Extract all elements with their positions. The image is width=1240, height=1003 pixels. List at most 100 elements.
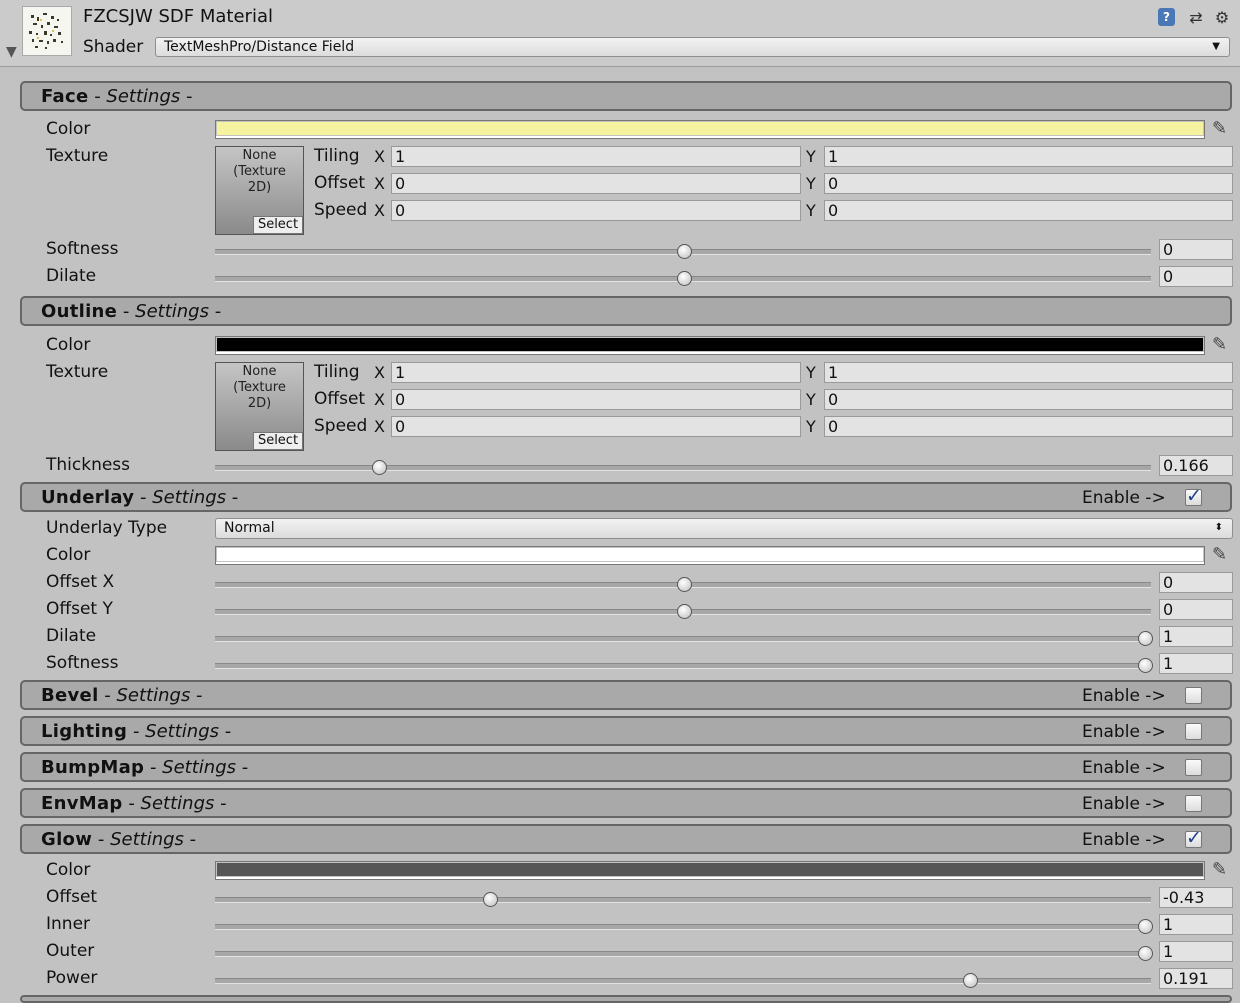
glow-color-field[interactable] [215,861,1205,880]
speed-label: Speed [314,416,368,436]
eyedropper-icon[interactable]: ✎ [1212,544,1227,565]
face-dilate-label: Dilate [46,266,97,286]
glow-offset-label: Offset [46,887,98,907]
face-color-label: Color [46,119,91,139]
gear-icon[interactable]: ⚙ [1212,8,1232,28]
glow-power-value[interactable]: 0.191 [1159,968,1233,989]
foldout-arrow-icon[interactable]: ▼ [6,44,17,60]
face-texture-slot[interactable]: None (Texture 2D) Select [215,146,304,235]
face-section-header[interactable]: Face - Settings - [20,81,1232,111]
speed-y-field[interactable]: 0 [824,200,1233,221]
tiling-x-field[interactable]: 1 [391,146,801,167]
next-section-header [20,995,1232,1003]
bevel-section-header[interactable]: Bevel - Settings - Enable -> ✓ [20,680,1232,710]
slider-thumb[interactable] [371,460,387,475]
glow-power-slider[interactable] [215,978,1151,984]
glow-inner-label: Inner [46,914,91,934]
lighting-enable-checkbox[interactable]: ✓ [1185,723,1202,740]
checkmark-icon: ✓ [1186,827,1202,849]
slider-thumb[interactable] [676,244,692,259]
slider-thumb[interactable] [1138,919,1153,934]
offset-x-field[interactable]: 0 [391,389,801,410]
slider-thumb[interactable] [1138,946,1153,961]
glow-enable-checkbox[interactable]: ✓ [1185,827,1202,849]
face-color-field[interactable] [215,120,1205,139]
speed-x-field[interactable]: 0 [391,200,801,221]
underlay-softness-slider[interactable] [215,663,1151,669]
slider-thumb[interactable] [676,577,692,592]
face-softness-label: Softness [46,239,119,259]
glow-offset-value[interactable]: -0.43 [1159,887,1233,908]
speed-y-field[interactable]: 0 [824,416,1233,437]
face-dilate-value[interactable]: 0 [1159,266,1233,287]
underlay-softness-label: Softness [46,653,119,673]
envmap-enable-checkbox[interactable]: ✓ [1185,795,1202,812]
glow-color-label: Color [46,860,91,880]
slider-thumb[interactable] [482,892,498,907]
glow-inner-value[interactable]: 1 [1159,914,1233,935]
shader-dropdown[interactable]: TextMeshPro/Distance Field ▼ [155,37,1230,57]
underlay-type-label: Underlay Type [46,518,168,538]
outline-section-header[interactable]: Outline - Settings - [20,296,1232,326]
outline-thickness-slider[interactable] [215,465,1151,471]
underlay-offset-x-value[interactable]: 0 [1159,572,1233,593]
axis-x-label: X [374,390,385,409]
bevel-enable-checkbox[interactable]: ✓ [1185,687,1202,704]
underlay-dilate-slider[interactable] [215,636,1151,642]
axis-x-label: X [374,417,385,436]
slider-thumb[interactable] [1138,631,1153,646]
enable-label: Enable -> [1082,830,1166,850]
glow-outer-value[interactable]: 1 [1159,941,1233,962]
slider-thumb[interactable] [962,973,978,988]
lighting-section-header[interactable]: Lighting - Settings - Enable -> ✓ [20,716,1232,746]
section-name: Underlay [41,487,135,508]
envmap-section-header[interactable]: EnvMap - Settings - Enable -> ✓ [20,788,1232,818]
face-softness-value[interactable]: 0 [1159,239,1233,260]
axis-y-label: Y [806,417,816,436]
shader-value: TextMeshPro/Distance Field [164,39,355,55]
axis-y-label: Y [806,147,816,166]
outline-thickness-value[interactable]: 0.166 [1159,455,1233,476]
glow-section-header[interactable]: Glow - Settings - Enable -> ✓ [20,824,1232,854]
glow-outer-slider[interactable] [215,951,1151,957]
glow-offset-slider[interactable] [215,897,1151,903]
select-texture-button[interactable]: Select [253,432,303,450]
slider-thumb[interactable] [1138,658,1153,673]
speed-x-field[interactable]: 0 [391,416,801,437]
tiling-y-field[interactable]: 1 [824,146,1233,167]
eyedropper-icon[interactable]: ✎ [1212,334,1227,355]
offset-label: Offset [314,389,366,409]
offset-x-field[interactable]: 0 [391,173,801,194]
offset-y-field[interactable]: 0 [824,389,1233,410]
underlay-section-header[interactable]: Underlay - Settings - Enable -> ✓ [20,482,1232,512]
underlay-enable-checkbox[interactable]: ✓ [1185,485,1202,507]
bumpmap-section-header[interactable]: BumpMap - Settings - Enable -> ✓ [20,752,1232,782]
offset-label: Offset [314,173,366,193]
underlay-softness-value[interactable]: 1 [1159,653,1233,674]
eyedropper-icon[interactable]: ✎ [1212,859,1227,880]
slider-thumb[interactable] [676,604,692,619]
eyedropper-icon[interactable]: ✎ [1212,118,1227,139]
outline-texture-slot[interactable]: None (Texture 2D) Select [215,362,304,451]
underlay-type-dropdown[interactable]: Normal ⬍ [215,518,1233,539]
outline-color-field[interactable] [215,336,1205,355]
glow-inner-slider[interactable] [215,924,1151,930]
offset-y-field[interactable]: 0 [824,173,1233,194]
shader-label: Shader [83,37,144,57]
underlay-dilate-value[interactable]: 1 [1159,626,1233,647]
preset-icon[interactable]: ⇄ [1186,8,1206,28]
help-icon[interactable]: ? [1158,8,1175,26]
tiling-y-field[interactable]: 1 [824,362,1233,383]
outline-texture-label: Texture [46,362,109,382]
underlay-offset-x-label: Offset X [46,572,115,592]
speed-label: Speed [314,200,368,220]
outline-thickness-label: Thickness [46,455,131,475]
underlay-color-label: Color [46,545,91,565]
underlay-color-field[interactable] [215,546,1205,565]
bumpmap-enable-checkbox[interactable]: ✓ [1185,759,1202,776]
underlay-offset-y-value[interactable]: 0 [1159,599,1233,620]
slider-thumb[interactable] [676,271,692,286]
tiling-x-field[interactable]: 1 [391,362,801,383]
select-texture-button[interactable]: Select [253,216,303,234]
enable-label: Enable -> [1082,722,1166,742]
